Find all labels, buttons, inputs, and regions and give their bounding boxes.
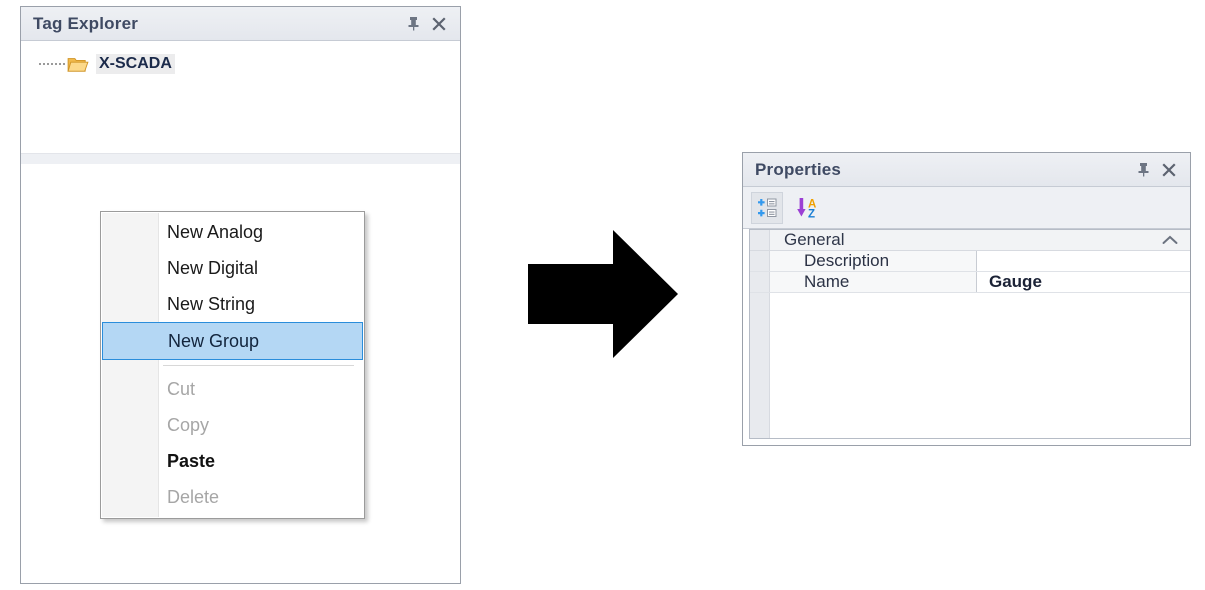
screenshot-stage: Tag Explorer X-SCADA New Analog New Digi… [0,0,1205,590]
menu-item-copy[interactable]: Copy [101,407,364,443]
property-row-name[interactable]: Name Gauge [750,272,1190,294]
categorized-view-icon[interactable] [751,191,783,224]
menu-item-new-string[interactable]: New String [101,286,364,322]
close-icon[interactable] [1156,157,1182,183]
context-menu: New Analog New Digital New String New Gr… [100,211,365,519]
property-row-description[interactable]: Description [750,251,1190,273]
chevron-up-icon[interactable] [1150,235,1190,245]
menu-item-paste[interactable]: Paste [101,443,364,479]
tree-node-root[interactable]: X-SCADA [39,53,175,75]
tag-explorer-title: Tag Explorer [33,13,139,33]
properties-toolbar: A Z [743,187,1190,229]
tree-node-label: X-SCADA [96,54,175,74]
category-label: General [784,230,845,250]
tag-tree[interactable]: X-SCADA [21,41,460,153]
property-name: Name [770,272,977,293]
pin-icon[interactable] [1130,157,1156,183]
filler-gutter [750,293,770,438]
property-category-row[interactable]: General [750,230,1190,252]
pin-icon[interactable] [400,11,426,37]
row-gutter [750,251,770,272]
menu-separator [163,365,354,366]
properties-grid-empty-area [750,293,1190,438]
properties-panel: Properties A Z General Description Name … [742,152,1191,446]
right-arrow-icon [528,230,678,358]
menu-item-new-analog[interactable]: New Analog [101,214,364,250]
property-name: Description [770,251,977,272]
row-gutter [750,272,770,293]
property-value[interactable]: Gauge [977,272,1190,293]
filler-body [770,293,1190,438]
svg-text:Z: Z [808,209,815,220]
tag-explorer-title-bar: Tag Explorer [21,7,460,41]
close-icon[interactable] [426,11,452,37]
alphabetical-sort-icon[interactable]: A Z [792,192,824,224]
menu-item-delete[interactable]: Delete [101,479,364,515]
menu-item-cut[interactable]: Cut [101,371,364,407]
menu-item-new-digital[interactable]: New Digital [101,250,364,286]
menu-item-new-group[interactable]: New Group [102,322,363,360]
properties-title-bar: Properties [743,153,1190,187]
tree-connector-line [39,62,65,66]
properties-title: Properties [755,159,842,179]
open-folder-icon [67,58,89,72]
properties-grid: General Description Name Gauge [749,229,1190,439]
category-indent [750,230,770,251]
property-value[interactable] [977,251,1190,272]
